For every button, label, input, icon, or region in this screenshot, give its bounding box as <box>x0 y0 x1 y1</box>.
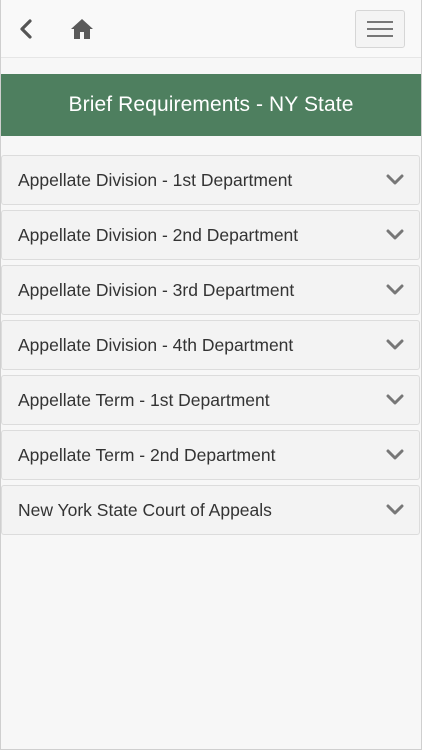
chevron-down-icon <box>386 284 404 295</box>
chevron-down-icon <box>386 339 404 350</box>
court-list: Appellate Division - 1st Department Appe… <box>1 155 421 540</box>
court-item-appellate-division-4th[interactable]: Appellate Division - 4th Department <box>1 320 420 370</box>
court-item-appellate-division-1st[interactable]: Appellate Division - 1st Department <box>1 155 420 205</box>
top-nav-bar <box>1 0 421 58</box>
hamburger-menu-icon <box>367 21 393 37</box>
chevron-down-icon <box>386 174 404 185</box>
chevron-down-icon <box>386 394 404 405</box>
court-item-appellate-division-3rd[interactable]: Appellate Division - 3rd Department <box>1 265 420 315</box>
court-item-appellate-term-1st[interactable]: Appellate Term - 1st Department <box>1 375 420 425</box>
court-item-appellate-term-2nd[interactable]: Appellate Term - 2nd Department <box>1 430 420 480</box>
home-button[interactable] <box>67 15 97 43</box>
court-item-label: New York State Court of Appeals <box>18 499 272 520</box>
menu-button[interactable] <box>355 10 405 48</box>
court-item-label: Appellate Term - 1st Department <box>18 389 270 410</box>
back-button[interactable] <box>13 16 39 42</box>
chevron-down-icon <box>386 449 404 460</box>
court-item-label: Appellate Division - 2nd Department <box>18 224 299 245</box>
chevron-left-icon <box>20 19 32 39</box>
home-icon <box>71 19 93 39</box>
court-item-appellate-division-2nd[interactable]: Appellate Division - 2nd Department <box>1 210 420 260</box>
chevron-down-icon <box>386 229 404 240</box>
app-frame: Brief Requirements - NY State Appellate … <box>0 0 422 750</box>
page-header-banner: Brief Requirements - NY State <box>1 74 421 136</box>
page-title: Brief Requirements - NY State <box>68 93 354 116</box>
court-item-label: Appellate Term - 2nd Department <box>18 444 276 465</box>
chevron-down-icon <box>386 504 404 515</box>
court-item-label: Appellate Division - 1st Department <box>18 169 293 190</box>
court-item-label: Appellate Division - 4th Department <box>18 334 294 355</box>
court-item-label: Appellate Division - 3rd Department <box>18 279 295 300</box>
court-item-court-of-appeals[interactable]: New York State Court of Appeals <box>1 485 420 535</box>
